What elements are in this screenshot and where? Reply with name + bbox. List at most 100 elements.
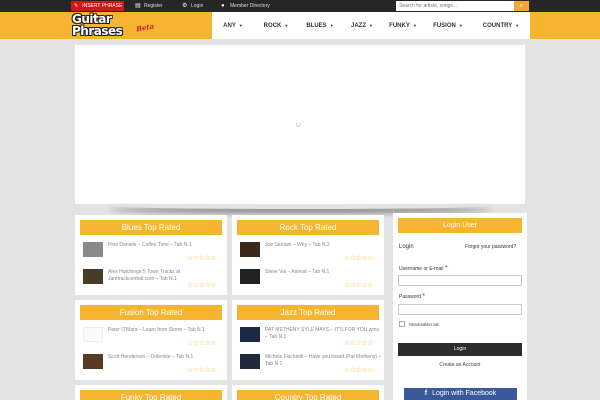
facebook-icon: f: [424, 390, 428, 397]
list-item[interactable]: Joe Satriani – Why – Tab N.2 ☆☆☆☆☆: [240, 242, 382, 262]
search-icon: ⌕: [519, 3, 524, 9]
user-icon: ●: [221, 3, 225, 9]
genre-menu: ANY ▼ ROCK ▼ BLUES ▼ JAZZ ▼ FUNKY ▼ FUSION ▼ C…: [212, 12, 530, 39]
item-title[interactable]: Peter O'Mara – Learn from Storm – Tab N.…: [108, 327, 226, 334]
pencil-icon: ✎: [74, 3, 79, 9]
rock-panel: Rock Top Rated Joe Satriani – Why – Tab …: [232, 215, 384, 295]
username-label-text: Username or E-mail: [399, 266, 444, 272]
nav-rock-label: ROCK: [263, 23, 282, 29]
list-item[interactable]: Michele Fischietti – Have you heard (Pat…: [240, 354, 382, 374]
nav-any[interactable]: ANY ▼: [212, 12, 254, 39]
thumbnail[interactable]: [240, 269, 260, 284]
remember-me-checkbox[interactable]: [399, 321, 405, 327]
username-label: Username or E-mail *: [399, 265, 448, 272]
rating-stars[interactable]: ☆☆☆☆☆: [344, 367, 373, 374]
register-label: Register: [144, 3, 163, 9]
funky-panel: Funky Top Rated: [75, 385, 227, 400]
rating-stars[interactable]: ☆☆☆☆☆: [344, 282, 373, 289]
logo-beta: Beta: [135, 21, 155, 34]
fusion-panel-title: Fusion Top Rated: [80, 305, 222, 320]
nav-blues[interactable]: BLUES ▼: [298, 12, 342, 39]
search-input[interactable]: [396, 1, 514, 11]
thumbnail[interactable]: [240, 354, 260, 369]
item-title[interactable]: Pino Daniele – Coffee Time – Tab N.1: [108, 242, 226, 249]
nav-jazz[interactable]: JAZZ ▼: [342, 12, 382, 39]
login-panel-title: Login User: [398, 218, 522, 233]
forgot-password-link[interactable]: Forgot your password?: [465, 244, 516, 250]
facebook-login-button[interactable]: f Login with Facebook: [404, 388, 517, 400]
rock-panel-title: Rock Top Rated: [237, 220, 379, 235]
member-directory-label: Member Directory: [230, 3, 270, 9]
video-shadow: [110, 203, 490, 209]
blues-panel: Blues Top Rated Pino Daniele – Coffee Ti…: [75, 215, 227, 295]
required-mark: *: [422, 293, 426, 300]
rating-stars[interactable]: ☆☆☆☆☆: [187, 367, 216, 374]
login-label: Login: [191, 3, 204, 9]
thumbnail[interactable]: [83, 327, 103, 342]
password-label: Password *: [399, 293, 425, 300]
fusion-panel: Fusion Top Rated Peter O'Mara – Learn fr…: [75, 300, 227, 380]
rating-stars[interactable]: ☆☆☆☆☆: [187, 340, 216, 347]
thumbnail[interactable]: [240, 242, 260, 257]
rating-stars[interactable]: ☆☆☆☆☆: [187, 282, 216, 289]
list-item[interactable]: Steve Vai – Animal – Tab N.1 ☆☆☆☆☆: [240, 269, 382, 289]
password-field[interactable]: [398, 304, 522, 315]
caret-down-icon: ▼: [238, 23, 243, 28]
blues-panel-title: Blues Top Rated: [80, 220, 222, 235]
caret-down-icon: ▼: [412, 23, 417, 28]
nav-country[interactable]: COUNTRY ▼: [472, 12, 530, 39]
nav-fusion[interactable]: FUSION ▼: [424, 12, 472, 39]
item-title[interactable]: Steve Vai – Animal – Tab N.1: [265, 269, 383, 276]
funky-panel-title: Funky Top Rated: [80, 390, 222, 400]
loading-spinner-icon: [296, 122, 301, 127]
logo-line2: Phrases: [72, 24, 123, 38]
list-item[interactable]: Peter O'Mara – Learn from Storm – Tab N.…: [83, 327, 225, 347]
nav-country-label: COUNTRY: [482, 23, 513, 29]
caret-down-icon: ▼: [369, 23, 373, 28]
caret-down-icon: ▼: [284, 23, 289, 28]
insert-phrase-button[interactable]: ✎ INSERT PHRASE: [71, 1, 124, 11]
login-subtitle: Login: [399, 244, 414, 250]
username-field[interactable]: [398, 275, 522, 286]
search-button[interactable]: ⌕: [514, 1, 529, 11]
required-mark: *: [444, 265, 448, 272]
item-title[interactable]: Joe Satriani – Why – Tab N.2: [265, 242, 383, 249]
insert-phrase-label: INSERT PHRASE: [82, 3, 123, 9]
site-logo[interactable]: Guitar Phrases Beta: [72, 13, 167, 39]
country-panel-title: Country Top Rated: [237, 390, 379, 400]
nav-rock[interactable]: ROCK ▼: [254, 12, 298, 39]
login-link[interactable]: ⚙ Login: [182, 0, 203, 12]
gear-icon: ⚙: [182, 3, 188, 9]
thumbnail[interactable]: [83, 269, 103, 284]
list-item[interactable]: Alex Hutchings 5 Town Tracks at Jamtrack…: [83, 269, 225, 289]
caret-down-icon: ▼: [329, 23, 334, 28]
video-player[interactable]: [75, 45, 525, 204]
item-title[interactable]: Alex Hutchings 5 Town Tracks at Jamtrack…: [108, 269, 226, 283]
rating-stars[interactable]: ☆☆☆☆☆: [344, 255, 373, 262]
nav-fusion-label: FUSION: [433, 23, 456, 29]
list-item[interactable]: Scott Henderson – Dolemite – Tab N.1 ☆☆☆…: [83, 354, 225, 374]
list-item[interactable]: Pino Daniele – Coffee Time – Tab N.1 ☆☆☆…: [83, 242, 225, 262]
country-panel: Country Top Rated: [232, 385, 384, 400]
register-icon: ▤: [135, 3, 141, 9]
rating-stars[interactable]: ☆☆☆☆☆: [344, 340, 373, 347]
item-title[interactable]: Scott Henderson – Dolemite – Tab N.1: [108, 354, 226, 361]
remember-me-label: REMEMBER ME: [409, 322, 440, 327]
jazz-panel-title: Jazz Top Rated: [237, 305, 379, 320]
thumbnail[interactable]: [83, 242, 103, 257]
caret-down-icon: ▼: [515, 23, 520, 28]
nav-funky[interactable]: FUNKY ▼: [382, 12, 424, 39]
thumbnail[interactable]: [240, 327, 260, 342]
rating-stars[interactable]: ☆☆☆☆☆: [187, 255, 216, 262]
login-button[interactable]: Login: [398, 343, 522, 356]
item-title[interactable]: Michele Fischietti – Have you heard (Pat…: [265, 354, 383, 368]
item-title[interactable]: PAT METHENY SYLE MAYS – IT'S FOR YOU.wmv…: [265, 327, 383, 341]
create-account-link[interactable]: Create an Account: [398, 359, 522, 371]
list-item[interactable]: PAT METHENY SYLE MAYS – IT'S FOR YOU.wmv…: [240, 327, 382, 347]
thumbnail[interactable]: [83, 354, 103, 369]
member-directory-link[interactable]: ● Member Directory: [221, 0, 270, 12]
password-label-text: Password: [399, 294, 421, 300]
register-link[interactable]: ▤ Register: [135, 0, 163, 12]
caret-down-icon: ▼: [458, 23, 463, 28]
nav-jazz-label: JAZZ: [351, 23, 367, 29]
